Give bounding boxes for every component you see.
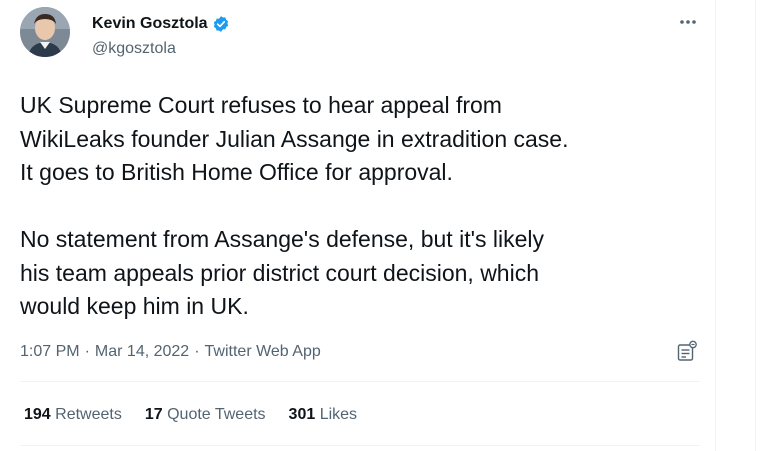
quote-tweets-label: Quote Tweets [167, 406, 266, 423]
tweet-stats: 194 Retweets 17 Quote Tweets 301 Likes [24, 405, 357, 425]
tweet-detail: Kevin Gosztola @kgosztola UK Supreme Cou… [0, 0, 716, 451]
meta-separator: · [84, 343, 90, 360]
right-panel-edge [755, 0, 768, 451]
more-options-icon[interactable] [676, 12, 700, 32]
author-handle[interactable]: @kgosztola [92, 39, 176, 59]
tweet-text: UK Supreme Court refuses to hear appeal … [20, 92, 569, 319]
divider [20, 445, 700, 446]
tweet-date[interactable]: Mar 14, 2022 [95, 342, 189, 362]
verified-badge-icon [213, 16, 228, 32]
tweet-time[interactable]: 1:07 PM [20, 342, 80, 362]
retweets-count: 194 [24, 406, 51, 423]
quote-tweets-count: 17 [144, 406, 163, 423]
likes-label: Likes [319, 406, 358, 423]
quote-tweets-stat[interactable]: 17 Quote Tweets [145, 405, 266, 425]
tweet-metadata: 1:07 PM · Mar 14, 2022 · Twitter Web App [20, 342, 321, 362]
likes-stat[interactable]: 301 Likes [289, 405, 358, 425]
retweets-stat[interactable]: 194 Retweets [24, 405, 122, 425]
avatar-photo [20, 7, 70, 57]
author-name-text: Kevin Gosztola [92, 15, 208, 32]
meta-separator: · [194, 343, 200, 360]
analytics-icon[interactable] [676, 340, 698, 362]
author-name[interactable]: Kevin Gosztola [92, 14, 230, 34]
likes-count: 301 [288, 406, 316, 423]
tweet-source[interactable]: Twitter Web App [205, 342, 321, 362]
retweets-label: Retweets [55, 406, 122, 423]
avatar[interactable] [20, 7, 70, 57]
divider [20, 381, 700, 382]
